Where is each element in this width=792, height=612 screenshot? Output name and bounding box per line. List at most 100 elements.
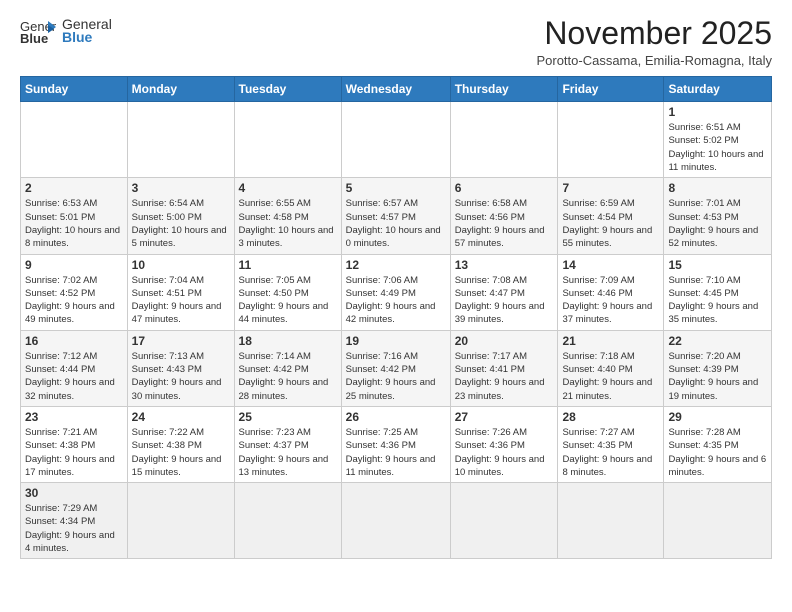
day-number: 13 [455,258,554,272]
day-number: 27 [455,410,554,424]
svg-text:Blue: Blue [20,31,48,45]
calendar-cell: 13 Sunrise: 7:08 AM Sunset: 4:47 PM Dayli… [450,254,558,330]
day-info: Sunrise: 7:09 AM Sunset: 4:46 PM Dayligh… [562,274,659,327]
day-info: Sunrise: 6:59 AM Sunset: 4:54 PM Dayligh… [562,197,659,250]
calendar-cell: 20 Sunrise: 7:17 AM Sunset: 4:41 PM Dayli… [450,330,558,406]
calendar-cell [341,483,450,559]
calendar-cell [21,102,128,178]
calendar-cell [127,483,234,559]
day-info: Sunrise: 7:26 AM Sunset: 4:36 PM Dayligh… [455,426,554,479]
calendar-cell: 5Sunrise: 6:57 AM Sunset: 4:57 PM Daylig… [341,178,450,254]
calendar-cell: 21 Sunrise: 7:18 AM Sunset: 4:40 PM Dayli… [558,330,664,406]
calendar-cell: 11 Sunrise: 7:05 AM Sunset: 4:50 PM Dayli… [234,254,341,330]
calendar-week-row: 1Sunrise: 6:51 AM Sunset: 5:02 PM Daylig… [21,102,772,178]
calendar-cell [450,102,558,178]
day-info: Sunrise: 7:23 AM Sunset: 4:37 PM Dayligh… [239,426,337,479]
day-info: Sunrise: 7:14 AM Sunset: 4:42 PM Dayligh… [239,350,337,403]
day-info: Sunrise: 7:13 AM Sunset: 4:43 PM Dayligh… [132,350,230,403]
day-info: Sunrise: 6:55 AM Sunset: 4:58 PM Dayligh… [239,197,337,250]
logo: General Blue General Blue [20,16,112,45]
calendar-table: Sunday Monday Tuesday Wednesday Thursday… [20,76,772,559]
day-info: Sunrise: 7:28 AM Sunset: 4:35 PM Dayligh… [668,426,767,479]
calendar-cell: 4 Sunrise: 6:55 AM Sunset: 4:58 PM Daylig… [234,178,341,254]
calendar-cell: 1Sunrise: 6:51 AM Sunset: 5:02 PM Daylig… [664,102,772,178]
calendar-week-row: 23 Sunrise: 7:21 AM Sunset: 4:38 PM Dayli… [21,406,772,482]
col-monday: Monday [127,77,234,102]
calendar-cell: 2Sunrise: 6:53 AM Sunset: 5:01 PM Daylig… [21,178,128,254]
day-number: 1 [668,105,767,119]
day-number: 4 [239,181,337,195]
calendar-cell [234,483,341,559]
day-number: 29 [668,410,767,424]
calendar-cell: 24Sunrise: 7:22 AM Sunset: 4:38 PM Dayli… [127,406,234,482]
col-thursday: Thursday [450,77,558,102]
calendar-week-row: 30Sunrise: 7:29 AM Sunset: 4:34 PM Dayli… [21,483,772,559]
col-friday: Friday [558,77,664,102]
calendar-cell: 22 Sunrise: 7:20 AM Sunset: 4:39 PM Dayli… [664,330,772,406]
day-number: 17 [132,334,230,348]
calendar-cell: 19 Sunrise: 7:16 AM Sunset: 4:42 PM Dayli… [341,330,450,406]
calendar-cell: 7 Sunrise: 6:59 AM Sunset: 4:54 PM Daylig… [558,178,664,254]
day-info: Sunrise: 7:21 AM Sunset: 4:38 PM Dayligh… [25,426,123,479]
title-block: November 2025 Porotto-Cassama, Emilia-Ro… [536,16,772,68]
day-info: Sunrise: 7:16 AM Sunset: 4:42 PM Dayligh… [346,350,446,403]
calendar-cell: 6 Sunrise: 6:58 AM Sunset: 4:56 PM Daylig… [450,178,558,254]
day-info: Sunrise: 7:22 AM Sunset: 4:38 PM Dayligh… [132,426,230,479]
col-saturday: Saturday [664,77,772,102]
calendar-cell [558,102,664,178]
day-number: 28 [562,410,659,424]
day-number: 21 [562,334,659,348]
calendar-week-row: 2Sunrise: 6:53 AM Sunset: 5:01 PM Daylig… [21,178,772,254]
generalblue-logo-icon: General Blue [20,17,56,45]
day-number: 6 [455,181,554,195]
day-number: 11 [239,258,337,272]
day-number: 10 [132,258,230,272]
day-info: Sunrise: 7:02 AM Sunset: 4:52 PM Dayligh… [25,274,123,327]
calendar-cell: 17 Sunrise: 7:13 AM Sunset: 4:43 PM Dayli… [127,330,234,406]
day-info: Sunrise: 7:18 AM Sunset: 4:40 PM Dayligh… [562,350,659,403]
day-number: 9 [25,258,123,272]
day-number: 7 [562,181,659,195]
calendar-cell: 26 Sunrise: 7:25 AM Sunset: 4:36 PM Dayli… [341,406,450,482]
day-number: 22 [668,334,767,348]
day-info: Sunrise: 7:10 AM Sunset: 4:45 PM Dayligh… [668,274,767,327]
calendar-cell [127,102,234,178]
calendar-cell: 28 Sunrise: 7:27 AM Sunset: 4:35 PM Dayli… [558,406,664,482]
day-info: Sunrise: 7:20 AM Sunset: 4:39 PM Dayligh… [668,350,767,403]
day-number: 16 [25,334,123,348]
day-number: 23 [25,410,123,424]
day-info: Sunrise: 7:25 AM Sunset: 4:36 PM Dayligh… [346,426,446,479]
calendar-cell: 8Sunrise: 7:01 AM Sunset: 4:53 PM Daylig… [664,178,772,254]
day-info: Sunrise: 6:58 AM Sunset: 4:56 PM Dayligh… [455,197,554,250]
day-info: Sunrise: 7:04 AM Sunset: 4:51 PM Dayligh… [132,274,230,327]
calendar-cell: 3Sunrise: 6:54 AM Sunset: 5:00 PM Daylig… [127,178,234,254]
day-number: 3 [132,181,230,195]
calendar-cell: 15 Sunrise: 7:10 AM Sunset: 4:45 PM Dayli… [664,254,772,330]
day-number: 30 [25,486,123,500]
calendar-cell: 16Sunrise: 7:12 AM Sunset: 4:44 PM Dayli… [21,330,128,406]
calendar-cell: 12Sunrise: 7:06 AM Sunset: 4:49 PM Dayli… [341,254,450,330]
day-number: 15 [668,258,767,272]
page: General Blue General Blue November 2025 … [0,0,792,612]
day-number: 20 [455,334,554,348]
day-info: Sunrise: 7:05 AM Sunset: 4:50 PM Dayligh… [239,274,337,327]
calendar-cell [234,102,341,178]
calendar-cell: 29 Sunrise: 7:28 AM Sunset: 4:35 PM Dayli… [664,406,772,482]
calendar-cell: 25Sunrise: 7:23 AM Sunset: 4:37 PM Dayli… [234,406,341,482]
calendar-cell: 10 Sunrise: 7:04 AM Sunset: 4:51 PM Dayli… [127,254,234,330]
day-number: 19 [346,334,446,348]
calendar-cell [558,483,664,559]
calendar-cell: 14Sunrise: 7:09 AM Sunset: 4:46 PM Dayli… [558,254,664,330]
day-info: Sunrise: 7:08 AM Sunset: 4:47 PM Dayligh… [455,274,554,327]
calendar-cell: 9 Sunrise: 7:02 AM Sunset: 4:52 PM Daylig… [21,254,128,330]
day-info: Sunrise: 7:27 AM Sunset: 4:35 PM Dayligh… [562,426,659,479]
day-info: Sunrise: 7:17 AM Sunset: 4:41 PM Dayligh… [455,350,554,403]
col-sunday: Sunday [21,77,128,102]
day-number: 2 [25,181,123,195]
calendar-cell: 23 Sunrise: 7:21 AM Sunset: 4:38 PM Dayli… [21,406,128,482]
day-info: Sunrise: 6:57 AM Sunset: 4:57 PM Dayligh… [346,197,446,250]
day-number: 18 [239,334,337,348]
calendar-week-row: 16Sunrise: 7:12 AM Sunset: 4:44 PM Dayli… [21,330,772,406]
day-number: 26 [346,410,446,424]
calendar-cell [450,483,558,559]
